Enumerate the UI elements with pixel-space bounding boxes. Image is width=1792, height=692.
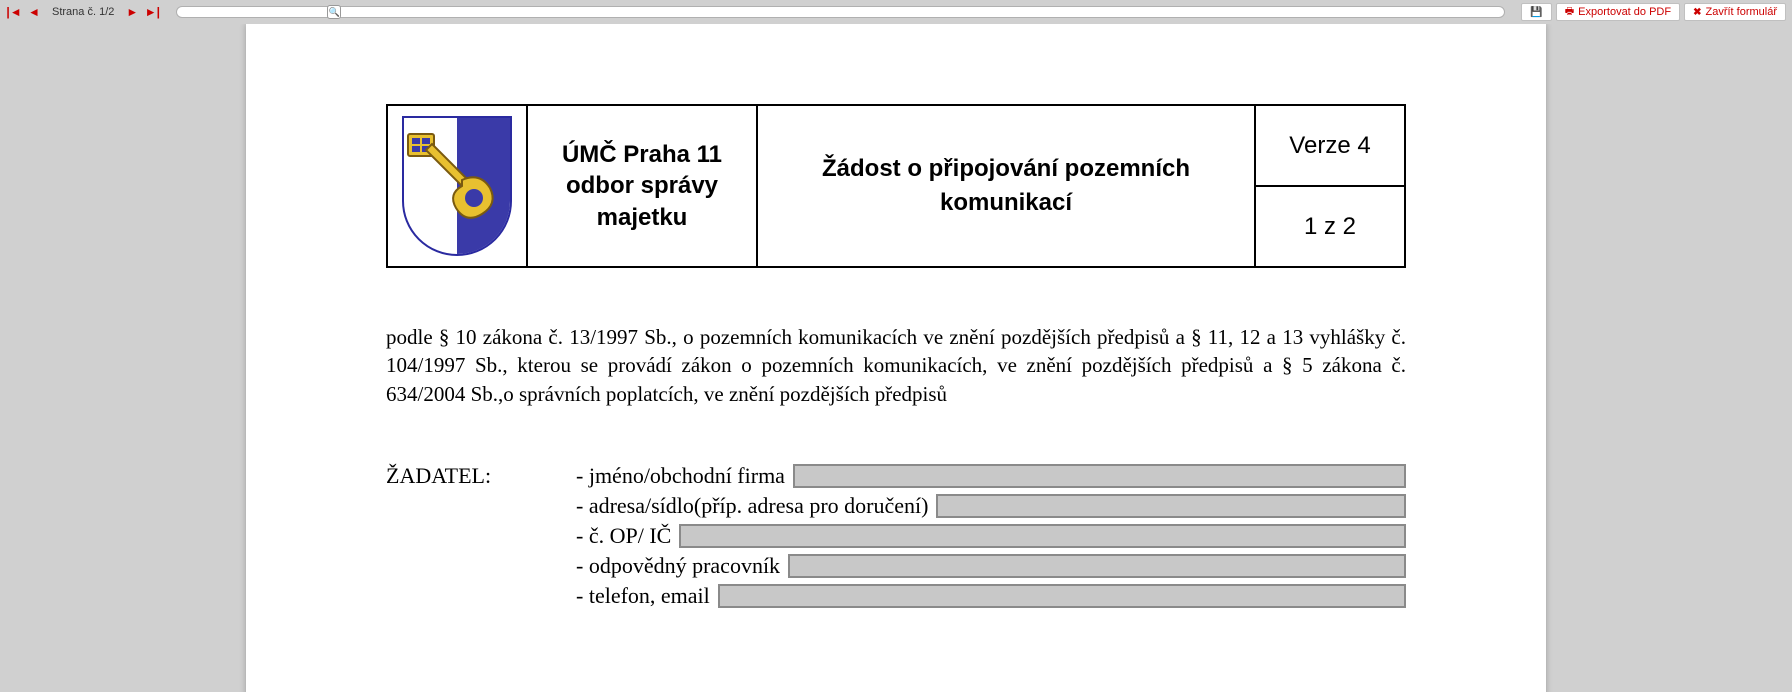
key-icon — [406, 130, 506, 240]
input-id[interactable] — [679, 524, 1406, 548]
form-row: ŽADATEL: - jméno/obchodní firma — [386, 463, 1406, 489]
prev-page-icon[interactable]: ◄ — [26, 4, 42, 20]
magnifier-icon: 🔍 — [329, 7, 340, 18]
form-label: - jméno/obchodní firma — [576, 463, 785, 489]
save-icon: 💾 — [1530, 7, 1542, 18]
input-name[interactable] — [793, 464, 1406, 488]
input-address[interactable] — [936, 494, 1406, 518]
save-button[interactable]: 💾 — [1521, 3, 1551, 21]
title-cell: Žádost o připojování pozemních komunikac… — [757, 105, 1255, 267]
form-row: - odpovědný pracovník — [386, 553, 1406, 579]
first-page-icon[interactable]: |◄ — [6, 4, 22, 20]
document-header-table: ÚMČ Praha 11 odbor správy majetku Žádost… — [386, 104, 1406, 268]
export-pdf-button[interactable]: 🖶 Exportovat do PDF — [1556, 3, 1680, 21]
form-row: - č. OP/ IČ — [386, 523, 1406, 549]
version-text: Verze 4 — [1289, 132, 1370, 159]
document-title: Žádost o připojování pozemních komunikac… — [768, 152, 1244, 219]
page-of-cell: 1 z 2 — [1255, 186, 1405, 267]
version-cell: Verze 4 — [1255, 105, 1405, 186]
form-label: - odpovědný pracovník — [576, 553, 780, 579]
export-pdf-label: Exportovat do PDF — [1578, 6, 1671, 18]
print-icon: 🖶 — [1565, 4, 1574, 21]
input-responsible[interactable] — [788, 554, 1406, 578]
close-form-button[interactable]: ✖ Zavřít formulář — [1684, 3, 1786, 21]
coat-of-arms-icon — [402, 116, 512, 256]
document-page: ÚMČ Praha 11 odbor správy majetku Žádost… — [246, 24, 1546, 692]
last-page-icon[interactable]: ►| — [144, 4, 160, 20]
document-viewport[interactable]: ÚMČ Praha 11 odbor správy majetku Žádost… — [0, 24, 1792, 692]
next-page-icon[interactable]: ► — [124, 4, 140, 20]
applicant-form: ŽADATEL: - jméno/obchodní firma - adresa… — [386, 463, 1406, 609]
department-cell: ÚMČ Praha 11 odbor správy majetku — [527, 105, 757, 267]
page-indicator: Strana č. 1/2 — [52, 6, 114, 18]
form-label: - č. OP/ IČ — [576, 523, 671, 549]
input-contact[interactable] — [718, 584, 1406, 608]
form-label: - adresa/sídlo(příp. adresa pro doručení… — [576, 493, 928, 519]
viewer-toolbar: |◄ ◄ Strana č. 1/2 ► ►| 🔍 💾 🖶 Exportovat… — [0, 0, 1792, 24]
intro-paragraph: podle § 10 zákona č. 13/1997 Sb., o poze… — [386, 323, 1406, 408]
department-text: ÚMČ Praha 11 odbor správy majetku — [538, 139, 746, 233]
form-row: - telefon, email — [386, 583, 1406, 609]
form-row: - adresa/sídlo(příp. adresa pro doručení… — [386, 493, 1406, 519]
logo-cell — [387, 105, 527, 267]
close-icon: ✖ — [1693, 7, 1701, 18]
zoom-thumb[interactable]: 🔍 — [327, 5, 341, 19]
toolbar-right-buttons: 💾 🖶 Exportovat do PDF ✖ Zavřít formulář — [1521, 3, 1786, 21]
close-form-label: Zavřít formulář — [1705, 6, 1777, 18]
page-of-text: 1 z 2 — [1304, 213, 1356, 240]
zoom-slider[interactable]: 🔍 — [176, 6, 1505, 18]
form-heading: ŽADATEL: — [386, 463, 576, 489]
form-label: - telefon, email — [576, 583, 710, 609]
